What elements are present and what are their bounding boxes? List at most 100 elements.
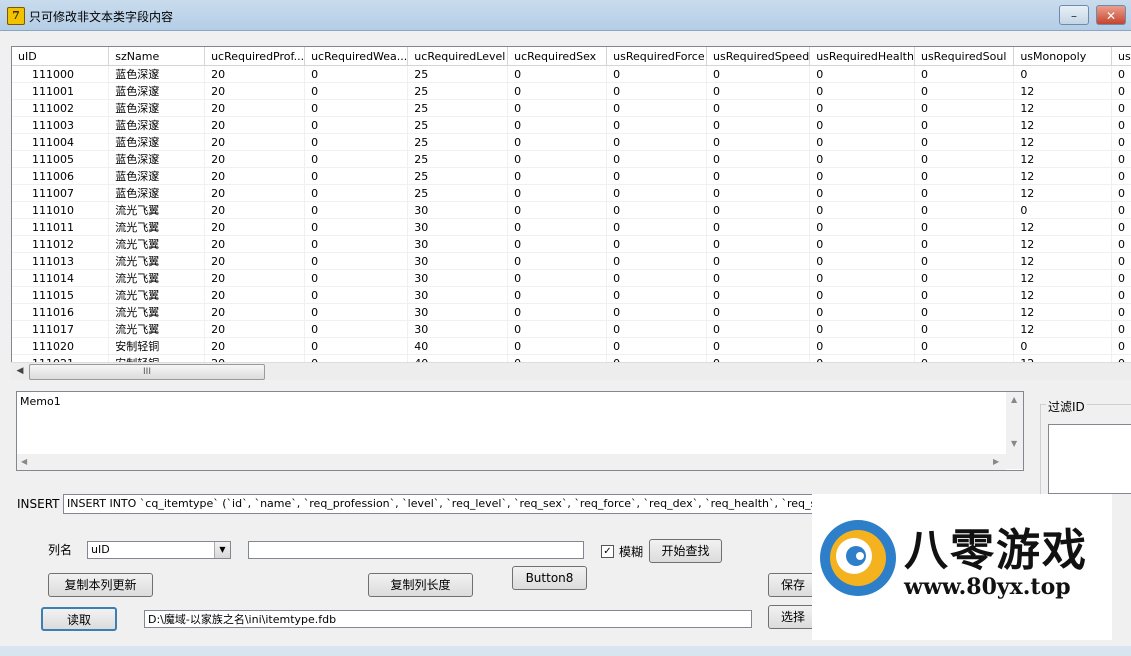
table-cell[interactable]: 0 — [1111, 82, 1131, 100]
table-cell[interactable]: 0 — [706, 252, 811, 270]
table-cell[interactable]: 30 — [407, 252, 509, 270]
table-cell[interactable]: 111010 — [12, 201, 110, 219]
search-input[interactable] — [248, 541, 584, 559]
table-cell[interactable]: 0 — [507, 286, 608, 304]
table-cell[interactable]: 安制轻铜 — [108, 337, 206, 355]
table-cell[interactable]: 30 — [407, 303, 509, 321]
table-cell[interactable]: 30 — [407, 320, 509, 338]
table-cell[interactable]: 0 — [706, 286, 811, 304]
table-cell[interactable]: 0 — [914, 167, 1015, 185]
scroll-down-icon[interactable]: ▼ — [1011, 439, 1017, 448]
table-cell[interactable]: 0 — [706, 184, 811, 202]
table-cell[interactable]: 0 — [1111, 133, 1131, 151]
column-header[interactable]: usRequiredSoul — [914, 47, 1015, 66]
table-cell[interactable]: 0 — [507, 201, 608, 219]
table-cell[interactable]: 0 — [809, 99, 915, 117]
filter-id-list[interactable] — [1048, 424, 1131, 494]
table-cell[interactable]: 0 — [706, 116, 811, 134]
table-cell[interactable]: 25 — [407, 150, 509, 168]
table-cell[interactable]: 111000 — [12, 65, 110, 83]
table-cell[interactable]: 0 — [809, 235, 915, 253]
table-row[interactable]: 111004 蓝色深邃 20 0 25 0 0 0 0 0 12 0 — [12, 133, 1131, 151]
table-cell[interactable]: 0 — [809, 184, 915, 202]
table-cell[interactable]: 0 — [809, 82, 915, 100]
table-cell[interactable]: 20 — [204, 320, 306, 338]
table-cell[interactable]: 0 — [606, 116, 708, 134]
table-cell[interactable]: 0 — [1111, 303, 1131, 321]
table-cell[interactable]: 20 — [204, 286, 306, 304]
select-button[interactable]: 选择 — [768, 605, 818, 629]
table-row[interactable]: 111017 流光飞翼 20 0 30 0 0 0 0 0 12 0 — [12, 320, 1131, 338]
table-cell[interactable]: 0 — [507, 320, 608, 338]
table-cell[interactable]: 25 — [407, 82, 509, 100]
table-cell[interactable]: 0 — [706, 201, 811, 219]
table-cell[interactable]: 流光飞翼 — [108, 320, 206, 338]
table-cell[interactable]: 流光飞翼 — [108, 303, 206, 321]
table-cell[interactable]: 25 — [407, 184, 509, 202]
table-row[interactable]: 111011 流光飞翼 20 0 30 0 0 0 0 0 12 0 — [12, 218, 1131, 236]
table-cell[interactable]: 0 — [914, 235, 1015, 253]
table-cell[interactable]: 0 — [914, 201, 1015, 219]
table-cell[interactable]: 0 — [914, 218, 1015, 236]
table-row[interactable]: 111005 蓝色深邃 20 0 25 0 0 0 0 0 12 0 — [12, 150, 1131, 168]
table-cell[interactable]: 0 — [706, 133, 811, 151]
table-cell[interactable]: 0 — [507, 65, 608, 83]
table-cell[interactable]: 20 — [204, 99, 306, 117]
table-cell[interactable]: 0 — [1111, 320, 1131, 338]
table-row[interactable]: 111010 流光飞翼 20 0 30 0 0 0 0 0 0 0 — [12, 201, 1131, 219]
table-cell[interactable]: 0 — [706, 65, 811, 83]
table-cell[interactable]: 0 — [606, 82, 708, 100]
table-cell[interactable]: 0 — [507, 133, 608, 151]
column-header[interactable]: ucRequiredProf... — [204, 47, 306, 66]
table-cell[interactable]: 0 — [507, 303, 608, 321]
table-cell[interactable]: 0 — [809, 116, 915, 134]
table-cell[interactable]: 蓝色深邃 — [108, 167, 206, 185]
table-cell[interactable]: 0 — [507, 150, 608, 168]
table-cell[interactable]: 30 — [407, 218, 509, 236]
table-cell[interactable]: 0 — [809, 252, 915, 270]
table-cell[interactable]: 20 — [204, 337, 306, 355]
table-cell[interactable]: 12 — [1013, 133, 1112, 151]
table-cell[interactable]: 0 — [1111, 99, 1131, 117]
table-cell[interactable]: 0 — [1111, 201, 1131, 219]
table-cell[interactable]: 0 — [914, 252, 1015, 270]
table-cell[interactable]: 111006 — [12, 167, 110, 185]
table-cell[interactable]: 0 — [507, 269, 608, 287]
table-cell[interactable]: 25 — [407, 167, 509, 185]
table-cell[interactable]: 0 — [304, 184, 409, 202]
table-cell[interactable]: 0 — [606, 65, 708, 83]
copy-column-length-button[interactable]: 复制列长度 — [368, 573, 473, 597]
scroll-thumb[interactable]: III — [29, 364, 265, 380]
table-cell[interactable]: 12 — [1013, 150, 1112, 168]
table-cell[interactable]: 20 — [204, 303, 306, 321]
table-cell[interactable]: 20 — [204, 235, 306, 253]
table-cell[interactable]: 40 — [407, 337, 509, 355]
scroll-left-icon[interactable]: ◀ — [12, 364, 28, 379]
table-row[interactable]: 111016 流光飞翼 20 0 30 0 0 0 0 0 12 0 — [12, 303, 1131, 321]
table-cell[interactable]: 0 — [507, 116, 608, 134]
table-cell[interactable]: 30 — [407, 235, 509, 253]
table-cell[interactable]: 0 — [304, 133, 409, 151]
column-header[interactable]: ucRequiredWea... — [304, 47, 409, 66]
table-row[interactable]: 111000 蓝色深邃 20 0 25 0 0 0 0 0 0 0 — [12, 65, 1131, 83]
memo-box[interactable]: Memo1 ▲ ▼ ◀ ▶ — [16, 391, 1024, 471]
table-cell[interactable]: 20 — [204, 133, 306, 151]
memo-horizontal-scrollbar[interactable]: ◀ ▶ — [17, 454, 1006, 470]
table-row[interactable]: 111014 流光飞翼 20 0 30 0 0 0 0 0 12 0 — [12, 269, 1131, 287]
table-row[interactable]: 111013 流光飞翼 20 0 30 0 0 0 0 0 12 0 — [12, 252, 1131, 270]
table-cell[interactable]: 0 — [706, 269, 811, 287]
column-select[interactable]: uID ▼ — [87, 541, 231, 559]
table-cell[interactable]: 0 — [706, 82, 811, 100]
memo-scroll-left-icon[interactable]: ◀ — [21, 457, 27, 466]
table-cell[interactable]: 0 — [304, 269, 409, 287]
table-cell[interactable]: 111017 — [12, 320, 110, 338]
table-cell[interactable]: 0 — [914, 269, 1015, 287]
table-cell[interactable]: 0 — [706, 320, 811, 338]
table-cell[interactable]: 0 — [809, 337, 915, 355]
table-cell[interactable]: 0 — [304, 82, 409, 100]
table-cell[interactable]: 蓝色深邃 — [108, 65, 206, 83]
table-cell[interactable]: 0 — [914, 150, 1015, 168]
table-cell[interactable]: 0 — [809, 218, 915, 236]
table-cell[interactable]: 12 — [1013, 286, 1112, 304]
button8[interactable]: Button8 — [512, 566, 587, 590]
